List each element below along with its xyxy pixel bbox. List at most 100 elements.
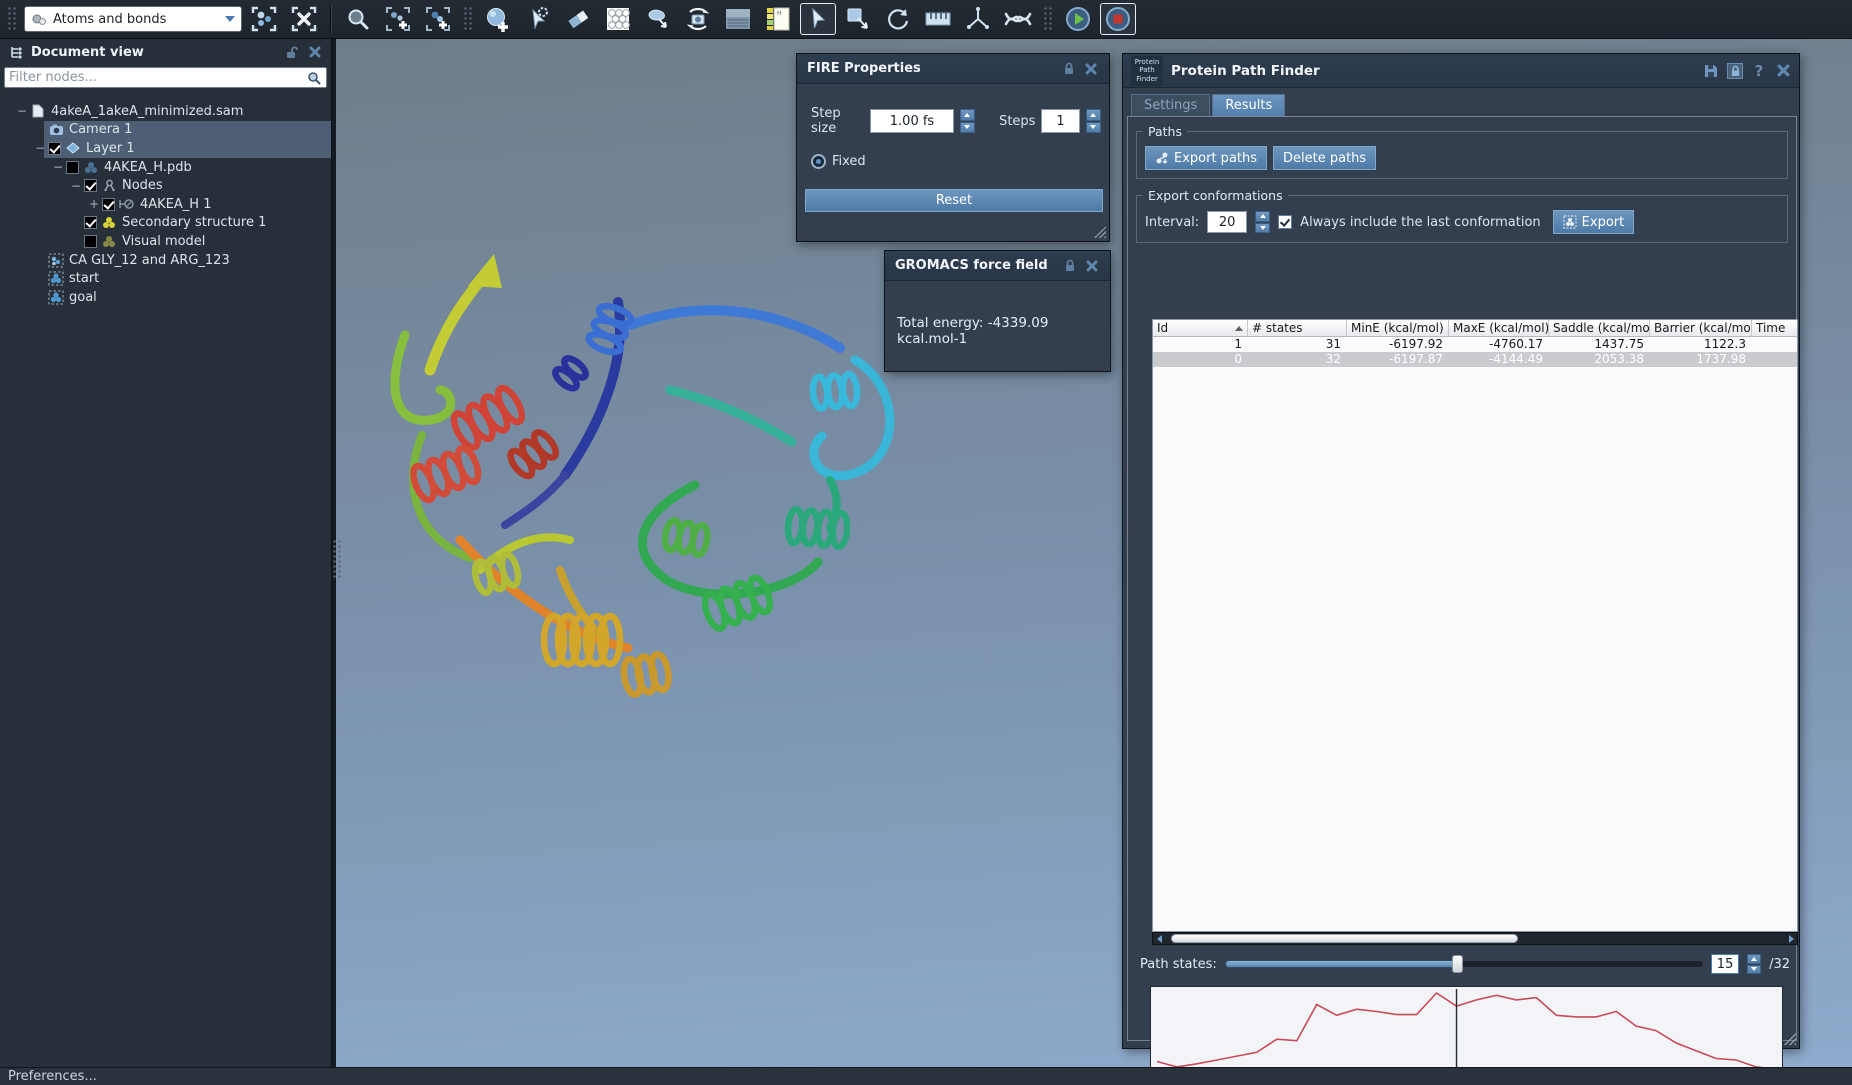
rect-select-button[interactable] (840, 3, 876, 35)
column-header-barrier-kcal-mo[interactable]: Barrier (kcal/mo (1650, 320, 1752, 336)
column-header-time[interactable]: Time (1752, 320, 1798, 336)
visibility-checkbox[interactable] (66, 161, 79, 174)
tree-item-4akea-h-1[interactable]: +4AKEA_H 1 (0, 195, 331, 214)
scroll-right-icon[interactable] (1785, 933, 1797, 944)
pointer-options-button[interactable] (520, 3, 556, 35)
toolbar-drag-handle[interactable] (1043, 6, 1053, 32)
tab-settings[interactable]: Settings (1131, 94, 1210, 116)
twister-button[interactable] (1000, 3, 1036, 35)
close-icon[interactable] (1775, 63, 1791, 79)
tree-item-visual-model[interactable]: Visual model (0, 232, 331, 251)
camera-rotate-button[interactable] (680, 3, 716, 35)
axes-button[interactable] (960, 3, 996, 35)
tree-item-nodes[interactable]: −Nodes (0, 176, 331, 195)
expander-icon[interactable]: − (68, 179, 84, 193)
steps-stepper[interactable] (1086, 109, 1101, 133)
periodic-table-button[interactable]: H (760, 3, 796, 35)
cursor-button[interactable] (800, 3, 836, 35)
column-header-mine-kcal-mol-[interactable]: MinE (kcal/mol) (1347, 320, 1449, 336)
lock-icon[interactable] (1727, 63, 1743, 79)
steps-input[interactable]: 1 (1041, 109, 1079, 133)
gromacs-title-bar[interactable]: GROMACS force field (885, 251, 1110, 281)
energy-profile-chart[interactable] (1150, 986, 1783, 1077)
export-button[interactable]: Export (1553, 210, 1635, 234)
save-icon[interactable] (1703, 63, 1719, 79)
column-header-id[interactable]: Id (1153, 320, 1248, 336)
tree-item-layer-1[interactable]: −Layer 1 (0, 139, 331, 158)
tree-item-ca-gly-12-and-arg-123[interactable]: CA GLY_12 and ARG_123 (0, 251, 331, 270)
export-paths-button[interactable]: Export paths (1145, 146, 1267, 170)
rotate-button[interactable] (880, 3, 916, 35)
table-row[interactable]: 131-6197.92-4760.171437.751122.3 (1153, 337, 1797, 352)
lock-icon[interactable] (1062, 258, 1078, 274)
expander-icon[interactable]: − (50, 160, 66, 174)
tree-item-4akea-1akea-minimized-sam[interactable]: −4akeA_1akeA_minimized.sam (0, 102, 331, 121)
expander-icon[interactable]: − (32, 141, 48, 155)
dock-splitter[interactable] (332, 39, 336, 1067)
scroll-left-icon[interactable] (1153, 933, 1165, 944)
reset-button[interactable]: Reset (805, 189, 1103, 212)
interval-stepper[interactable] (1255, 211, 1270, 233)
visibility-checkbox[interactable] (48, 142, 61, 155)
close-icon[interactable] (1084, 258, 1100, 274)
scrollbar-track[interactable] (1165, 933, 1785, 944)
close-icon[interactable] (307, 44, 323, 60)
table-row[interactable]: 032-6197.87-4144.492053.381737.98 (1153, 352, 1797, 367)
resize-grip[interactable] (1784, 1033, 1796, 1045)
slider-handle[interactable] (1452, 955, 1463, 973)
path-state-stepper[interactable] (1747, 954, 1761, 974)
node-type-selector[interactable]: Atoms and bonds (24, 6, 242, 32)
lasso-select-button[interactable] (640, 3, 676, 35)
unlock-icon[interactable] (284, 44, 300, 60)
expander-icon[interactable]: − (14, 104, 30, 118)
table-horizontal-scrollbar[interactable] (1152, 932, 1798, 945)
tree-item-start[interactable]: start (0, 269, 331, 288)
help-icon[interactable]: ? (1751, 63, 1767, 79)
tab-results[interactable]: Results (1212, 94, 1285, 116)
splitter-grip[interactable] (332, 539, 342, 579)
tree-item-4akea-h-pdb[interactable]: −4AKEA_H.pdb (0, 158, 331, 177)
expander-icon[interactable]: + (86, 197, 102, 211)
add-node-group-button[interactable] (380, 3, 416, 35)
always-include-last-checkbox[interactable] (1278, 215, 1292, 229)
lattice-creator-button[interactable] (600, 3, 636, 35)
interval-input[interactable]: 20 (1207, 211, 1247, 233)
measure-button[interactable] (920, 3, 956, 35)
fire-title-bar[interactable]: FIRE Properties (797, 54, 1109, 84)
column-header-maxe-kcal-mol-[interactable]: MaxE (kcal/mol) (1449, 320, 1549, 336)
stop-simulation-button[interactable] (1100, 3, 1136, 35)
select-nodes-button[interactable] (246, 3, 282, 35)
visibility-checkbox[interactable] (84, 235, 97, 248)
resize-grip[interactable] (1094, 226, 1106, 238)
toolbar-drag-handle[interactable] (463, 6, 473, 32)
fixed-radio[interactable] (811, 154, 826, 169)
eraser-button[interactable] (560, 3, 596, 35)
path-state-input[interactable]: 15 (1711, 954, 1739, 974)
add-bonded-group-button[interactable] (420, 3, 456, 35)
path-states-slider[interactable] (1225, 960, 1703, 968)
ppf-title-bar[interactable]: Protein Path Finder Protein Path Finder … (1123, 54, 1799, 88)
close-icon[interactable] (1083, 61, 1099, 77)
lock-icon[interactable] (1061, 61, 1077, 77)
toolbar-drag-handle[interactable] (7, 6, 17, 32)
visibility-checkbox[interactable] (102, 198, 115, 211)
visibility-checkbox[interactable] (84, 216, 97, 229)
column-header--states[interactable]: # states (1248, 320, 1347, 336)
step-size-stepper[interactable] (960, 109, 975, 133)
keyboard-shortcuts-button[interactable] (720, 3, 756, 35)
filter-nodes-input[interactable]: Filter nodes... (4, 67, 327, 88)
add-atom-button[interactable] (480, 3, 516, 35)
paths-group: Paths Export paths Delete paths (1136, 131, 1788, 179)
scrollbar-thumb[interactable] (1171, 934, 1518, 943)
tree-item-goal[interactable]: goal (0, 288, 331, 307)
tree-item-secondary-structure-1[interactable]: Secondary structure 1 (0, 214, 331, 233)
tree-item-camera-1[interactable]: Camera 1 (0, 121, 331, 140)
column-header-saddle-kcal-mo[interactable]: Saddle (kcal/mo (1549, 320, 1650, 336)
step-size-input[interactable]: 1.00 fs (870, 109, 953, 133)
zoom-button[interactable] (340, 3, 376, 35)
delete-paths-button[interactable]: Delete paths (1273, 146, 1376, 170)
deselect-nodes-button[interactable] (286, 3, 322, 35)
play-simulation-button[interactable] (1060, 3, 1096, 35)
visibility-checkbox[interactable] (84, 179, 97, 192)
search-icon[interactable] (306, 70, 322, 86)
